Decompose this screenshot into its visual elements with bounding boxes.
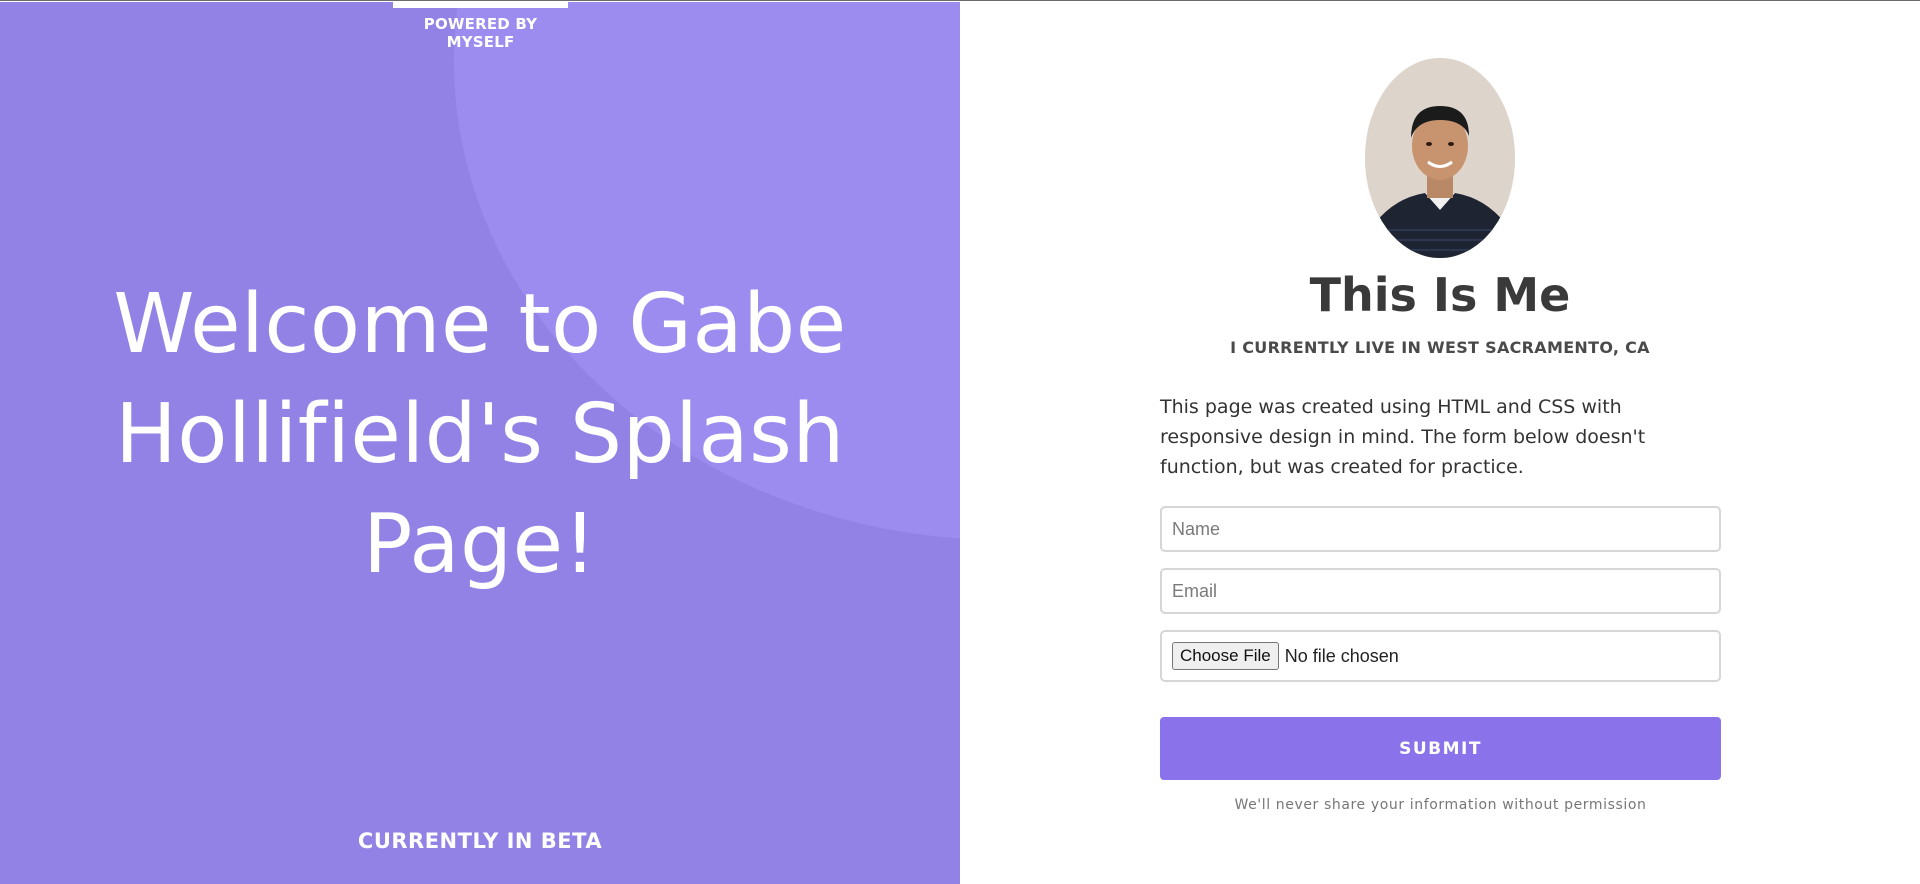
profile-title: This Is Me [1309, 268, 1571, 322]
choose-file-button[interactable]: Choose File [1172, 642, 1279, 670]
page-description: This page was created using HTML and CSS… [1160, 396, 1646, 478]
email-input[interactable] [1160, 568, 1721, 614]
file-upload-field[interactable]: Choose File No file chosen [1160, 630, 1721, 682]
splash-page: POWERED BY MYSELF Welcome to Gabe Hollif… [0, 0, 1920, 884]
name-input[interactable] [1160, 506, 1721, 552]
welcome-heading: Welcome to Gabe Hollifield's Splash Page… [113, 277, 847, 592]
submit-button[interactable]: SUBMIT [1160, 717, 1721, 780]
beta-label: CURRENTLY IN BETA [357, 829, 603, 853]
profile-avatar [1365, 58, 1515, 258]
powered-by-label: POWERED BY MYSELF [393, 2, 568, 51]
left-hero-panel: POWERED BY MYSELF Welcome to Gabe Hollif… [0, 2, 960, 884]
right-profile-panel: This Is Me I CURRENTLY LIVE IN WEST SACR… [960, 2, 1920, 884]
location-subtitle: I CURRENTLY LIVE IN WEST SACRAMENTO, CA [1230, 338, 1650, 357]
file-status-text: No file chosen [1284, 645, 1399, 666]
profile-photo-illustration [1365, 58, 1515, 258]
privacy-note: We'll never share your information witho… [1234, 797, 1647, 813]
